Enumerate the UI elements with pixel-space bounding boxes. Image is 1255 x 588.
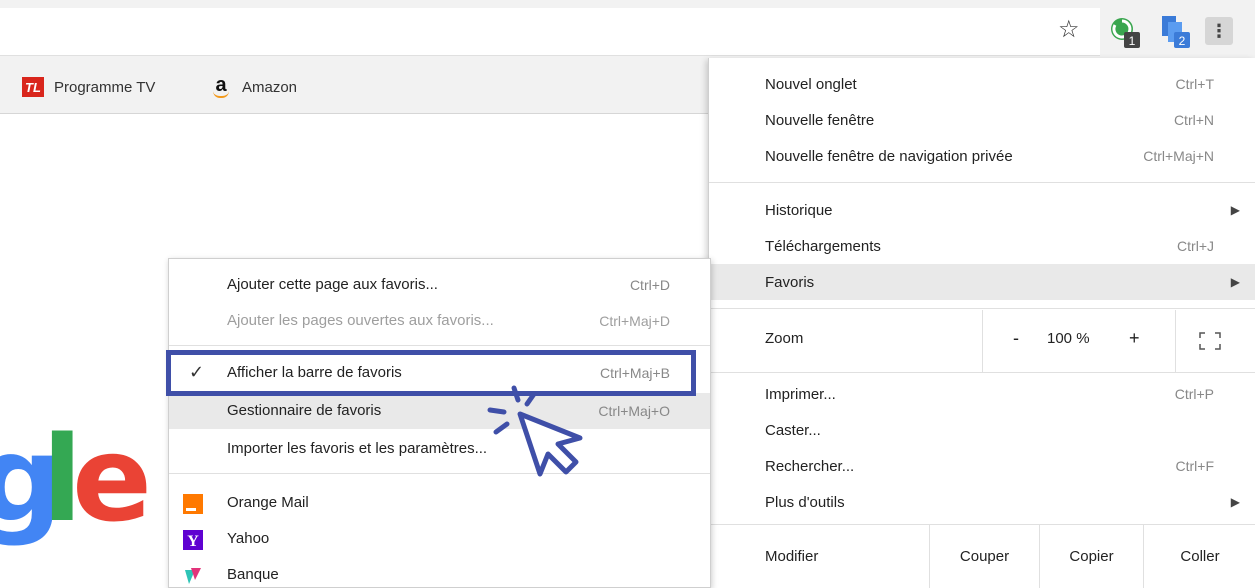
fullscreen-icon[interactable] xyxy=(1199,332,1221,350)
menu-shortcut: Ctrl+Maj+N xyxy=(1143,148,1214,164)
submenu-arrow-icon: ▶ xyxy=(1230,495,1240,509)
chrome-main-menu: Nouvel onglet Ctrl+T Nouvelle fenêtre Ct… xyxy=(708,58,1255,588)
menu-item-bookmarks[interactable]: Favoris ▶ xyxy=(709,264,1255,300)
menu-separator xyxy=(169,473,710,474)
menu-label: Plus d'outils xyxy=(765,493,845,511)
submenu-item-import[interactable]: Importer les favoris et les paramètres..… xyxy=(169,431,710,467)
menu-item-downloads[interactable]: Téléchargements Ctrl+J xyxy=(709,228,1255,264)
menu-shortcut: Ctrl+J xyxy=(1177,238,1214,254)
menu-label: Nouvelle fenêtre xyxy=(765,111,875,129)
menu-shortcut: Ctrl+F xyxy=(1175,458,1215,474)
submenu-arrow-icon: ▶ xyxy=(1230,203,1240,217)
extension-badge-1: 1 xyxy=(1129,34,1136,48)
banque-icon xyxy=(185,568,201,584)
menu-label: Imprimer... xyxy=(765,385,836,403)
menu-label: Favoris xyxy=(765,273,815,291)
menu-label: Ajouter cette page aux favoris... xyxy=(227,276,438,293)
bookmark-item-yahoo[interactable]: Y Yahoo xyxy=(169,521,710,557)
google-logo-e: e xyxy=(72,410,153,548)
menu-label: Téléchargements xyxy=(765,237,881,255)
menu-label: Caster... xyxy=(765,421,821,439)
menu-shortcut: Ctrl+Maj+D xyxy=(599,313,670,329)
menu-shortcut: Ctrl+Maj+O xyxy=(598,403,670,419)
menu-item-print[interactable]: Imprimer... Ctrl+P xyxy=(709,376,1255,412)
orange-icon xyxy=(183,494,203,514)
extension-badge-2: 2 xyxy=(1179,34,1186,48)
chrome-menu-button[interactable]: ⋮ xyxy=(1205,17,1233,45)
bookmark-label: Amazon xyxy=(242,78,298,96)
menu-item-incognito[interactable]: Nouvelle fenêtre de navigation privée Ct… xyxy=(709,138,1255,174)
menu-separator xyxy=(709,182,1255,183)
copy-button[interactable]: Copier xyxy=(1039,524,1143,588)
menu-separator xyxy=(709,308,1255,309)
bookmark-star-icon[interactable]: ☆ xyxy=(1058,18,1080,42)
menu-item-more-tools[interactable]: Plus d'outils ▶ xyxy=(709,484,1255,520)
menu-item-new-tab[interactable]: Nouvel onglet Ctrl+T xyxy=(709,66,1255,102)
menu-label: Gestionnaire de favoris xyxy=(227,402,382,419)
click-cursor-icon xyxy=(487,385,583,477)
copy-label: Copier xyxy=(1069,547,1114,565)
bookmark-item-orange-mail[interactable]: Orange Mail xyxy=(169,485,710,521)
menu-label: Orange Mail xyxy=(227,494,309,511)
menu-label: Rechercher... xyxy=(765,457,855,475)
zoom-control: - 100 % + xyxy=(982,310,1176,372)
paste-label: Coller xyxy=(1180,547,1220,565)
menu-label: Nouvel onglet xyxy=(765,75,857,93)
menu-item-find[interactable]: Rechercher... Ctrl+F xyxy=(709,448,1255,484)
menu-label: Nouvelle fenêtre de navigation privée xyxy=(765,147,1013,165)
menu-shortcut: Ctrl+N xyxy=(1173,112,1214,128)
kebab-menu-icon: ⋮ xyxy=(1210,20,1228,41)
menu-label: Banque xyxy=(227,566,279,583)
zoom-row: Zoom - 100 % + xyxy=(709,310,1255,372)
menu-shortcut: Ctrl+P xyxy=(1174,386,1214,402)
menu-separator xyxy=(709,372,1255,373)
svg-text:Y: Y xyxy=(187,533,199,550)
edit-label: Modifier xyxy=(765,548,819,565)
menu-label: Ajouter les pages ouvertes aux favoris..… xyxy=(227,312,494,329)
menu-separator xyxy=(169,345,710,346)
zoom-out-button[interactable]: - xyxy=(1013,328,1019,349)
submenu-item-add-page[interactable]: Ajouter cette page aux favoris... Ctrl+D xyxy=(169,267,710,303)
menu-shortcut: Ctrl+D xyxy=(629,277,670,293)
address-bar[interactable] xyxy=(0,8,1100,56)
menu-label: Yahoo xyxy=(227,530,270,547)
annotation-highlight-box xyxy=(166,350,696,396)
cut-label: Couper xyxy=(959,547,1010,565)
submenu-arrow-icon: ▶ xyxy=(1230,275,1240,289)
submenu-item-bookmark-manager[interactable]: Gestionnaire de favoris Ctrl+Maj+O xyxy=(169,393,710,429)
submenu-item-add-open-pages[interactable]: Ajouter les pages ouvertes aux favoris..… xyxy=(169,303,710,339)
zoom-label: Zoom xyxy=(765,330,804,347)
menu-item-cast[interactable]: Caster... xyxy=(709,412,1255,448)
menu-item-new-window[interactable]: Nouvelle fenêtre Ctrl+N xyxy=(709,102,1255,138)
menu-item-history[interactable]: Historique ▶ xyxy=(709,192,1255,228)
menu-label: Historique xyxy=(765,201,833,219)
extension-docs-icon[interactable]: 2 xyxy=(1158,14,1194,50)
bookmark-label: Programme TV xyxy=(54,78,156,96)
tele-loisirs-icon: TL xyxy=(22,77,44,97)
bookmarks-submenu: Ajouter cette page aux favoris... Ctrl+D… xyxy=(168,258,711,588)
paste-button[interactable]: Coller xyxy=(1143,524,1255,588)
menu-label: Importer les favoris et les paramètres..… xyxy=(227,440,488,457)
menu-shortcut: Ctrl+T xyxy=(1175,76,1215,92)
bookmark-amazon[interactable]: a Amazon xyxy=(210,75,298,98)
zoom-level: 100 % xyxy=(1047,330,1090,347)
bookmark-programme-tv[interactable]: TL Programme TV xyxy=(22,76,155,98)
zoom-in-button[interactable]: + xyxy=(1129,328,1140,349)
amazon-icon: a xyxy=(210,75,232,98)
bookmark-item-banque[interactable]: Banque xyxy=(169,557,710,588)
browser-toolbar: ☆ 1 2 ⋮ xyxy=(0,0,1255,58)
extension-sync-icon[interactable]: 1 xyxy=(1108,14,1144,50)
edit-row: Modifier Couper Copier Coller xyxy=(709,524,1255,588)
cut-button[interactable]: Couper xyxy=(929,524,1039,588)
yahoo-icon: Y xyxy=(183,530,203,550)
